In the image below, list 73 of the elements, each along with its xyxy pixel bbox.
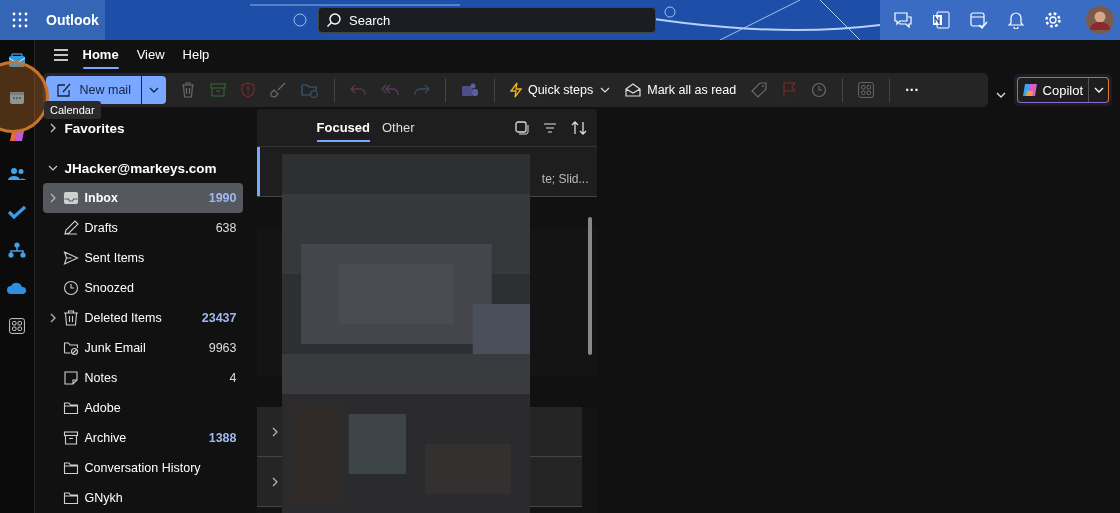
more-button[interactable]: ···	[905, 82, 920, 98]
select-icon[interactable]	[514, 120, 529, 135]
unread-count: 4	[229, 371, 237, 385]
folder-item[interactable]: Junk Email 9963	[42, 333, 243, 363]
pencil-icon	[62, 220, 79, 236]
mark-all-read-button[interactable]: Mark all as read	[625, 83, 737, 97]
note-icon	[62, 370, 79, 386]
lightning-icon	[509, 82, 522, 98]
search-icon	[326, 12, 342, 28]
notification-bell-icon[interactable]	[1008, 11, 1024, 29]
inbox-icon	[62, 190, 79, 206]
grid-icon[interactable]	[858, 82, 875, 98]
teams-icon[interactable]	[460, 82, 479, 98]
folder-item[interactable]: GNykh	[42, 483, 243, 513]
chevron-icon[interactable]	[270, 426, 279, 437]
folder-item[interactable]: Drafts 638	[42, 213, 243, 243]
folder-icon	[62, 490, 79, 506]
caret-icon	[1094, 87, 1104, 93]
caret-icon[interactable]	[600, 87, 611, 93]
quick-steps-button[interactable]: Quick steps	[509, 82, 594, 98]
avatar[interactable]	[1086, 6, 1114, 34]
copilot-button[interactable]: Copilot	[1016, 77, 1109, 103]
unread-count: 1388	[208, 431, 237, 445]
broom-icon[interactable]	[269, 82, 286, 98]
folder-item[interactable]: Archive 1388	[42, 423, 243, 453]
folder-item[interactable]: Notes 4	[42, 363, 243, 393]
chevron-icon[interactable]	[270, 476, 279, 487]
folder-icon	[62, 460, 79, 476]
menu-icon[interactable]	[52, 47, 69, 62]
folder-icon	[62, 400, 79, 416]
tooltip: Calendar	[44, 101, 101, 119]
app-name: Outlook	[46, 12, 99, 28]
account-header[interactable]: JHacker@markeys.com	[42, 153, 243, 183]
chat-icon[interactable]	[894, 12, 912, 28]
folder-item[interactable]: Snoozed	[42, 273, 243, 303]
message-preview: te; Slid...	[541, 171, 589, 186]
ribbon-tab[interactable]: View	[136, 40, 165, 69]
caret-icon	[148, 87, 159, 93]
tag-icon[interactable]	[751, 82, 768, 98]
folder-item[interactable]: Inbox 1990	[42, 183, 243, 213]
new-mail-button[interactable]: New mail	[45, 76, 141, 104]
folder-item[interactable]: Deleted Items 23437	[42, 303, 243, 333]
unread-count: 638	[215, 221, 237, 235]
compose-icon	[55, 82, 72, 98]
inbox-tab[interactable]: Focused	[316, 116, 370, 139]
trash-icon	[62, 310, 79, 326]
search-field[interactable]: Search	[318, 7, 656, 33]
filter-icon[interactable]	[542, 121, 557, 134]
ribbon-tab[interactable]: Help	[182, 40, 210, 69]
caret-icon[interactable]	[995, 92, 1006, 98]
envelope-icon	[625, 83, 642, 97]
junk-folder-icon	[62, 340, 79, 356]
settings-icon[interactable]	[1044, 11, 1062, 29]
unread-count: 23437	[201, 311, 237, 325]
archive-icon	[62, 430, 79, 446]
unread-count: 1990	[208, 191, 237, 205]
folder-item[interactable]: Sent Items	[42, 243, 243, 273]
delete-icon[interactable]	[180, 82, 195, 98]
folder-item[interactable]: Conversation History	[42, 453, 243, 483]
copilot-logo	[1021, 82, 1038, 98]
folder-item[interactable]: Adobe	[42, 393, 243, 423]
inbox-tab[interactable]: Other	[382, 116, 415, 139]
sort-icon[interactable]	[570, 120, 587, 135]
chevron-icon[interactable]	[48, 313, 57, 323]
send-icon	[62, 250, 79, 266]
task-icon[interactable]	[970, 11, 988, 29]
notebook-icon[interactable]	[932, 11, 950, 29]
new-mail-dropdown[interactable]	[141, 76, 166, 104]
ribbon-tab[interactable]: Home	[82, 40, 119, 69]
clock-icon	[62, 280, 79, 296]
scrollbar[interactable]	[587, 217, 592, 355]
unread-count: 9963	[208, 341, 237, 355]
clock-icon[interactable]	[811, 82, 828, 98]
